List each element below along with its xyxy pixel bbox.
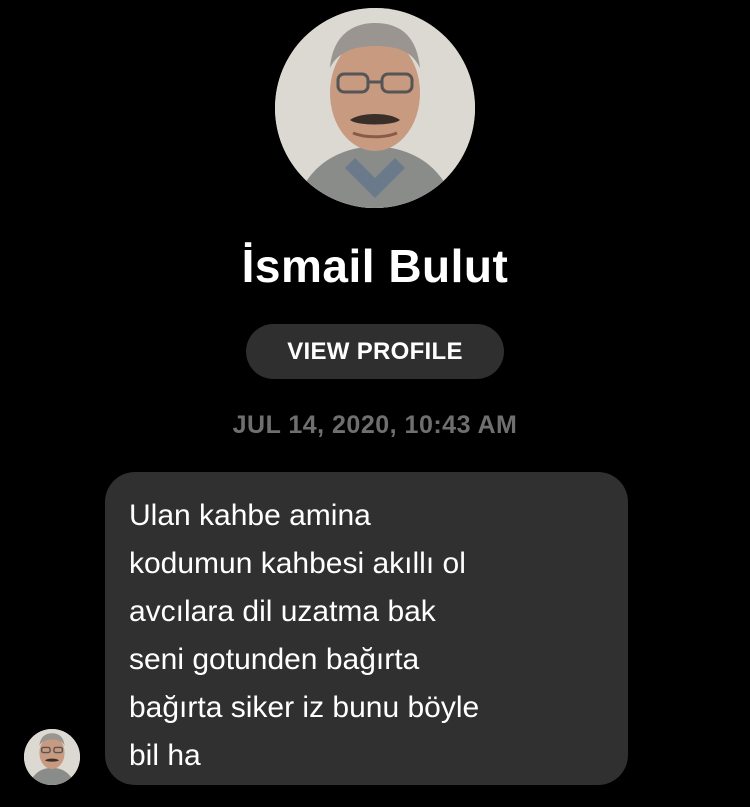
message-text: Ulan kahbe amina kodumun kahbesi akıllı … [129, 499, 480, 772]
profile-photo-image [275, 8, 475, 208]
message-timestamp: JUL 14, 2020, 10:43 AM [232, 411, 518, 439]
message-bubble[interactable]: Ulan kahbe amina kodumun kahbesi akıllı … [105, 472, 628, 785]
profile-photo[interactable] [275, 8, 475, 208]
sender-avatar-image [24, 729, 80, 785]
contact-name: İsmail Bulut [241, 240, 509, 292]
sender-avatar[interactable] [24, 729, 80, 785]
view-profile-button[interactable]: VIEW PROFILE [246, 324, 504, 379]
